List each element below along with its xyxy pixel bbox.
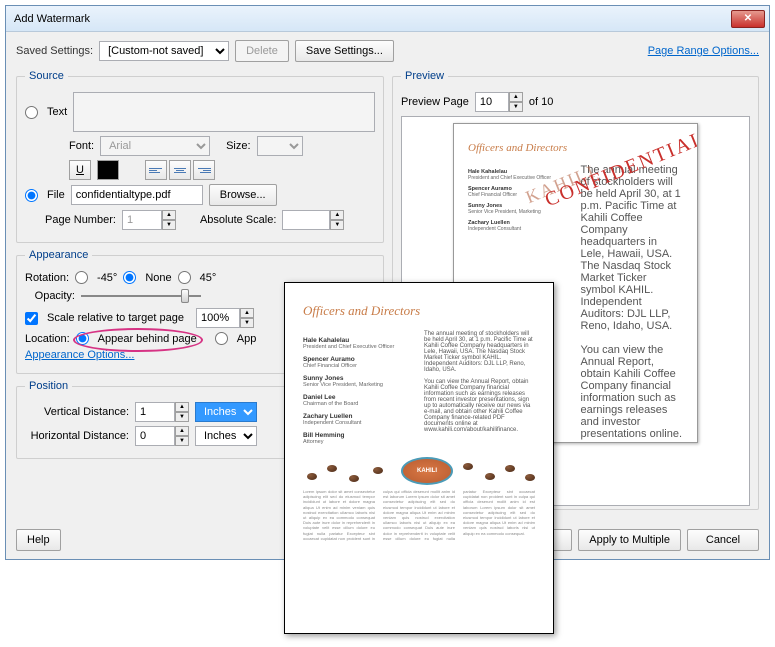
- overlay-document: Officers and Directors Hale KahalelauPre…: [284, 282, 554, 634]
- preview-total-label: of 10: [529, 96, 553, 108]
- vdist-spinner[interactable]: ▲▼: [135, 402, 189, 422]
- page-range-options-link[interactable]: Page Range Options...: [648, 45, 759, 57]
- doc-officers-columns: Hale KahalelauPresident and Chief Execut…: [303, 331, 535, 445]
- vdist-input[interactable]: [135, 402, 175, 422]
- scale-relative-checkbox[interactable]: [25, 312, 38, 325]
- saved-settings-label: Saved Settings:: [16, 45, 93, 57]
- location-label: Location:: [25, 333, 70, 345]
- saved-settings-select[interactable]: [Custom-not saved]: [99, 41, 229, 61]
- appearance-options-link[interactable]: Appearance Options...: [25, 349, 134, 361]
- vdist-unit-select[interactable]: Inches: [195, 402, 257, 422]
- beans-graphic: KAHILI: [303, 455, 535, 485]
- source-text-radio[interactable]: [25, 106, 38, 119]
- size-label: Size:: [226, 140, 250, 152]
- abs-scale-label: Absolute Scale:: [200, 214, 276, 226]
- source-legend: Source: [25, 70, 68, 82]
- hdist-label: Horizontal Distance:: [25, 430, 129, 442]
- source-text-label: Text: [47, 106, 67, 118]
- spin-up-icon[interactable]: ▲: [240, 308, 254, 318]
- delete-button[interactable]: Delete: [235, 40, 289, 62]
- doc-body-text: Lorem ipsum dolor sit amet consectetur a…: [303, 489, 535, 597]
- scale-relative-label: Scale relative to target page: [47, 312, 184, 324]
- dialog-title: Add Watermark: [14, 13, 731, 25]
- hdist-spinner[interactable]: ▲▼: [135, 426, 189, 446]
- spin-up-icon[interactable]: ▲: [330, 210, 344, 220]
- rotation-pos45-radio[interactable]: [178, 271, 191, 284]
- source-text-input[interactable]: [73, 92, 375, 132]
- help-button[interactable]: Help: [16, 529, 61, 551]
- spin-up-icon[interactable]: ▲: [175, 426, 189, 436]
- source-group: Source Text Font: Arial Size: U: [16, 70, 384, 243]
- source-file-input[interactable]: [71, 185, 203, 205]
- opacity-slider[interactable]: [81, 288, 201, 304]
- appear-behind-label: Appear behind page: [98, 333, 197, 345]
- underline-button[interactable]: U: [69, 160, 91, 180]
- logo-icon: KAHILI: [401, 457, 453, 485]
- abs-scale-input[interactable]: [282, 210, 330, 230]
- page-number-input[interactable]: [122, 210, 162, 230]
- rotation-neg45-radio[interactable]: [75, 271, 88, 284]
- spin-up-icon[interactable]: ▲: [509, 92, 523, 102]
- font-label: Font:: [69, 140, 94, 152]
- preview-page-input[interactable]: [475, 92, 509, 112]
- spin-down-icon[interactable]: ▼: [240, 318, 254, 328]
- browse-button[interactable]: Browse...: [209, 184, 277, 206]
- spin-up-icon[interactable]: ▲: [175, 402, 189, 412]
- rotation-none-radio[interactable]: [123, 271, 136, 284]
- save-settings-button[interactable]: Save Settings...: [295, 40, 394, 62]
- spin-down-icon[interactable]: ▼: [175, 436, 189, 446]
- hdist-unit-select[interactable]: Inches: [195, 426, 257, 446]
- page-number-spinner[interactable]: ▲▼: [122, 210, 176, 230]
- preview-page-label: Preview Page: [401, 96, 469, 108]
- rotation-label: Rotation:: [25, 272, 69, 284]
- font-select[interactable]: Arial: [100, 136, 210, 156]
- titlebar: Add Watermark ✕: [6, 6, 769, 32]
- align-left-button[interactable]: [145, 160, 167, 180]
- size-select[interactable]: [257, 136, 303, 156]
- doc-heading: Officers and Directors: [303, 303, 535, 319]
- spin-up-icon[interactable]: ▲: [162, 210, 176, 220]
- hdist-input[interactable]: [135, 426, 175, 446]
- close-button[interactable]: ✕: [731, 10, 765, 28]
- text-color-button[interactable]: [97, 160, 119, 180]
- opacity-label: Opacity:: [25, 290, 75, 302]
- appear-behind-radio[interactable]: [76, 332, 89, 345]
- vdist-label: Vertical Distance:: [25, 406, 129, 418]
- appear-ontop-label: App: [237, 333, 257, 345]
- source-file-label: File: [47, 189, 65, 201]
- preview-legend: Preview: [401, 70, 448, 82]
- position-legend: Position: [25, 380, 72, 392]
- appearance-legend: Appearance: [25, 249, 92, 261]
- spin-down-icon[interactable]: ▼: [330, 220, 344, 230]
- align-center-button[interactable]: [169, 160, 191, 180]
- source-file-radio[interactable]: [25, 189, 38, 202]
- align-right-button[interactable]: [193, 160, 215, 180]
- apply-multiple-button[interactable]: Apply to Multiple: [578, 529, 681, 551]
- spin-down-icon[interactable]: ▼: [175, 412, 189, 422]
- spin-down-icon[interactable]: ▼: [509, 102, 523, 112]
- scale-spinner[interactable]: ▲▼: [196, 308, 254, 328]
- abs-scale-spinner[interactable]: ▲▼: [282, 210, 344, 230]
- preview-page-spinner[interactable]: ▲▼: [475, 92, 523, 112]
- page-number-label: Page Number:: [45, 214, 116, 226]
- cancel-button[interactable]: Cancel: [687, 529, 759, 551]
- scale-input[interactable]: [196, 308, 240, 328]
- spin-down-icon[interactable]: ▼: [162, 220, 176, 230]
- appear-ontop-radio[interactable]: [215, 332, 228, 345]
